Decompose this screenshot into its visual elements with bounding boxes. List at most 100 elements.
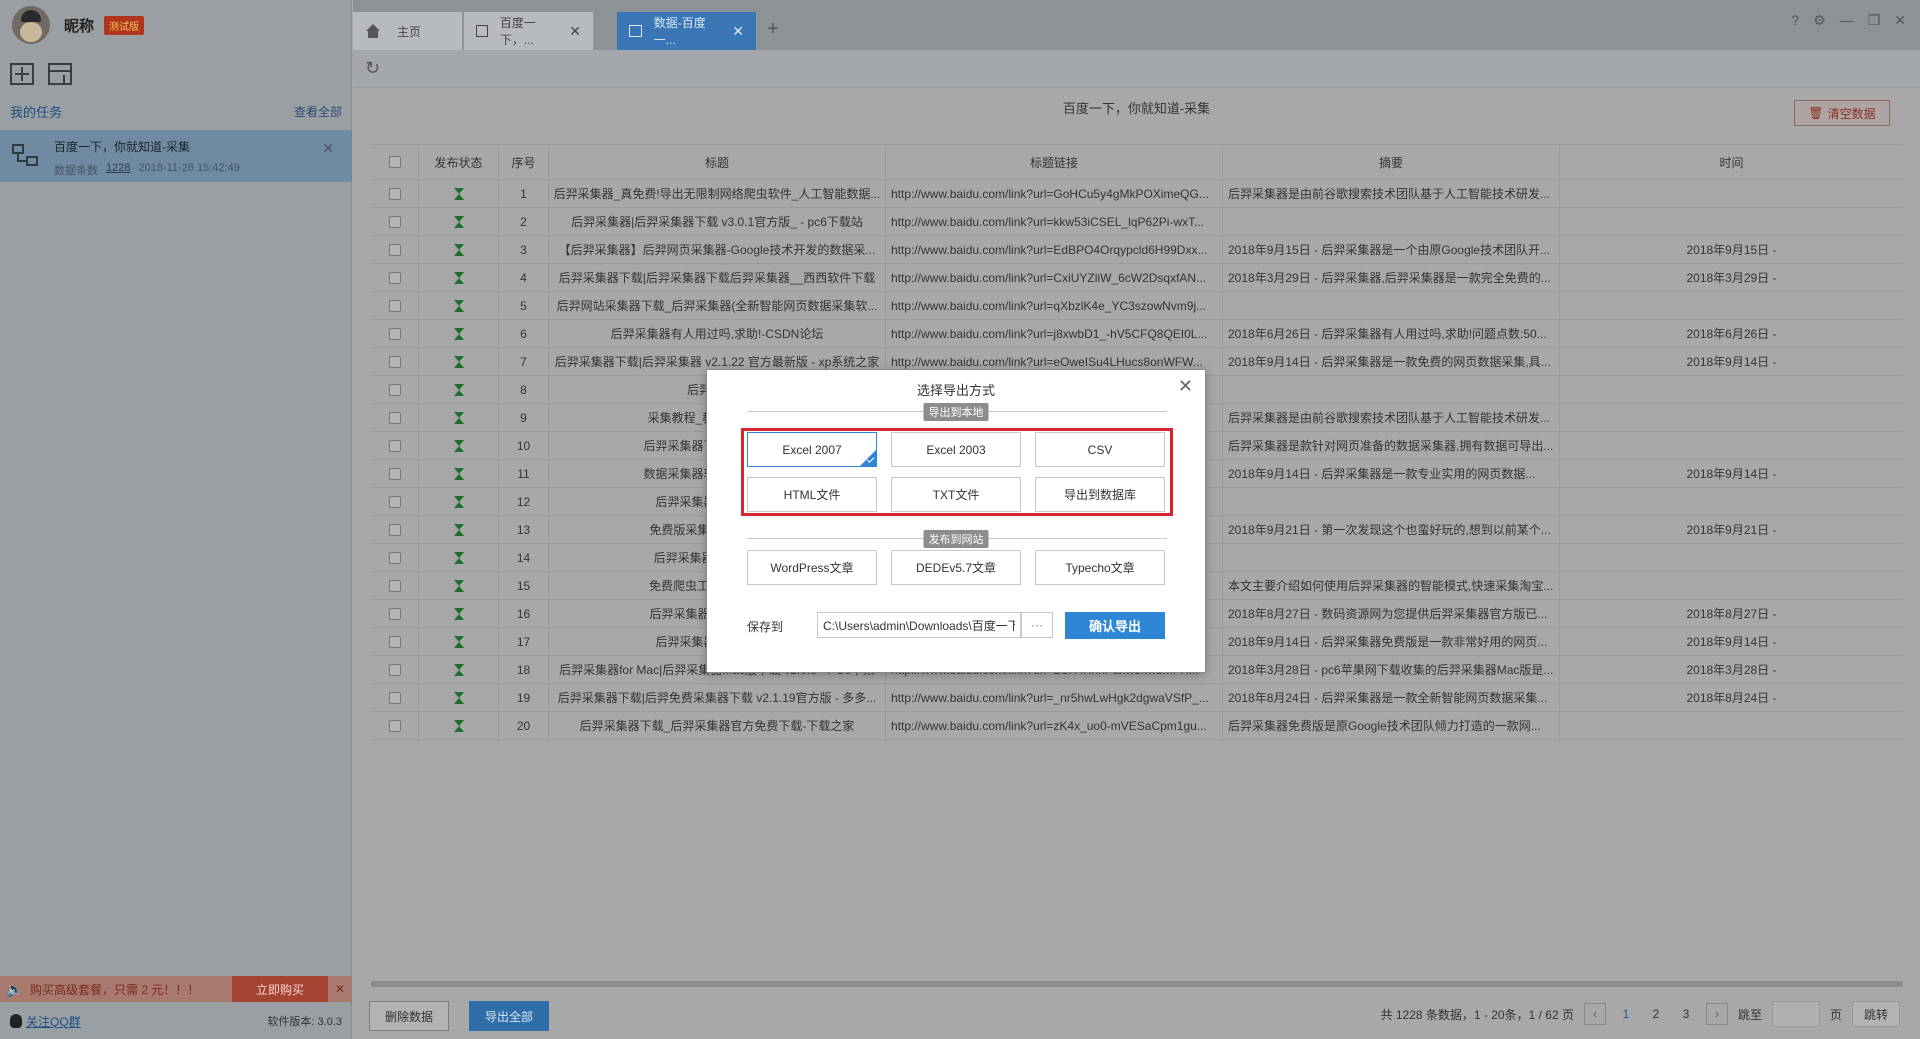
refresh-icon[interactable]: ↻ bbox=[365, 58, 380, 79]
sidebar: 昵称 测试版 我的任务 查看全部 百度一下，你就知道-采集 数据条数 1228 … bbox=[0, 0, 352, 1039]
page-number[interactable]: 1 bbox=[1616, 1007, 1636, 1021]
column-header[interactable]: 序号 bbox=[499, 145, 549, 179]
row-checkbox-cell bbox=[371, 432, 419, 459]
status-cell bbox=[419, 180, 499, 207]
horizontal-scrollbar[interactable] bbox=[371, 981, 1903, 987]
option-label: Excel 2003 bbox=[926, 442, 986, 457]
row-checkbox[interactable] bbox=[388, 467, 401, 480]
row-checkbox[interactable] bbox=[388, 551, 401, 564]
wordpress-option[interactable]: WordPress文章 bbox=[747, 550, 877, 585]
jump-page-input[interactable] bbox=[1771, 1001, 1820, 1027]
avatar[interactable] bbox=[12, 6, 50, 44]
column-header[interactable]: 摘要 bbox=[1223, 145, 1560, 179]
row-checkbox[interactable] bbox=[388, 495, 401, 508]
task-count-link[interactable]: 1228 bbox=[106, 162, 130, 178]
window-controls: ? ⚙ — ❐ ✕ bbox=[1791, 12, 1906, 29]
save-to-label: 保存到 bbox=[747, 620, 784, 634]
task-item[interactable]: 百度一下，你就知道-采集 数据条数 1228 2018-11-26 15:42:… bbox=[0, 130, 352, 182]
clear-data-button[interactable]: 🗑 清空数据 bbox=[1794, 100, 1890, 126]
row-checkbox[interactable] bbox=[388, 299, 401, 312]
close-icon[interactable]: ✕ bbox=[732, 23, 744, 40]
tab-task[interactable]: 百度一下，... ✕ bbox=[464, 12, 594, 50]
row-checkbox[interactable] bbox=[388, 243, 401, 256]
add-tab-icon[interactable]: + bbox=[767, 18, 779, 41]
export-all-button[interactable]: 导出全部 bbox=[469, 1001, 549, 1031]
row-checkbox[interactable] bbox=[388, 271, 401, 284]
export-to-database-option[interactable]: 导出到数据库 bbox=[1035, 477, 1165, 512]
row-checkbox[interactable] bbox=[388, 523, 401, 536]
row-checkbox-cell bbox=[371, 236, 419, 263]
close-icon[interactable]: ✕ bbox=[1894, 12, 1906, 29]
add-task-icon[interactable] bbox=[10, 63, 34, 85]
table-row[interactable]: 20 后羿采集器下载_后羿采集器官方免费下载-下载之家 http://www.bai… bbox=[371, 712, 1903, 740]
row-checkbox-cell bbox=[371, 292, 419, 319]
close-icon[interactable]: ✕ bbox=[328, 982, 352, 996]
close-icon[interactable]: ✕ bbox=[322, 140, 334, 157]
table-row[interactable]: 2 后羿采集器|后羿采集器下载 v3.0.1官方版_ - pc6下载站 http:/… bbox=[371, 208, 1903, 236]
prev-page-icon[interactable]: ‹ bbox=[1583, 1003, 1606, 1025]
excel-2007-option[interactable]: Excel 2007 bbox=[747, 432, 877, 467]
row-checkbox[interactable] bbox=[388, 607, 401, 620]
row-checkbox[interactable] bbox=[388, 187, 401, 200]
row-checkbox[interactable] bbox=[388, 719, 401, 732]
time-cell bbox=[1560, 432, 1903, 459]
table-row[interactable]: 4 后羿采集器下载|后羿采集器下载后羿采集器__西西软件下载 http://www.… bbox=[371, 264, 1903, 292]
index-cell: 12 bbox=[499, 488, 549, 515]
table-row[interactable]: 5 后羿网站采集器下载_后羿采集器(全新智能网页数据采集软... http://ww… bbox=[371, 292, 1903, 320]
row-checkbox[interactable] bbox=[388, 439, 401, 452]
new-task-icon[interactable] bbox=[48, 63, 72, 85]
buy-now-button[interactable]: 立即购买 bbox=[232, 976, 328, 1002]
row-checkbox[interactable] bbox=[388, 327, 401, 340]
qq-group-link[interactable]: 关注QQ群 bbox=[10, 1013, 81, 1030]
summary-cell: 本文主要介绍如何使用后羿采集器的智能模式,快速采集淘宝... bbox=[1223, 572, 1560, 599]
save-path-input[interactable] bbox=[817, 612, 1021, 638]
typecho-option[interactable]: Typecho文章 bbox=[1035, 550, 1165, 585]
row-checkbox[interactable] bbox=[388, 383, 401, 396]
status-cell bbox=[419, 516, 499, 543]
dede-option[interactable]: DEDEv5.7文章 bbox=[891, 550, 1021, 585]
nickname[interactable]: 昵称 bbox=[64, 15, 94, 36]
column-header[interactable]: 时间 bbox=[1560, 145, 1903, 179]
help-icon[interactable]: ? bbox=[1791, 12, 1799, 29]
row-checkbox[interactable] bbox=[388, 663, 401, 676]
table-row[interactable]: 6 后羿采集器有人用过吗,求助!-CSDN论坛 http://www.baidu.c… bbox=[371, 320, 1903, 348]
jump-button[interactable]: 跳转 bbox=[1852, 1001, 1900, 1027]
hourglass-icon bbox=[453, 467, 464, 480]
column-header[interactable]: 标题链接 bbox=[886, 145, 1223, 179]
next-page-icon[interactable]: › bbox=[1705, 1003, 1728, 1025]
select-all-checkbox[interactable] bbox=[388, 156, 401, 168]
browse-button[interactable]: ··· bbox=[1021, 612, 1053, 638]
option-label: CSV bbox=[1087, 442, 1113, 457]
row-checkbox[interactable] bbox=[388, 691, 401, 704]
page-number[interactable]: 2 bbox=[1646, 1007, 1666, 1021]
column-header[interactable]: 标题 bbox=[549, 145, 886, 179]
view-all-link[interactable]: 查看全部 bbox=[294, 103, 342, 120]
tab-data[interactable]: 数据-百度一... ✕ bbox=[617, 12, 757, 50]
hourglass-icon bbox=[453, 551, 464, 564]
excel-2003-option[interactable]: Excel 2003 bbox=[891, 432, 1021, 467]
close-icon[interactable]: ✕ bbox=[1178, 376, 1193, 397]
summary-cell: 后羿采集器是由前谷歌搜索技术团队基于人工智能技术研发... bbox=[1223, 180, 1560, 207]
row-checkbox[interactable] bbox=[388, 635, 401, 648]
tab-home[interactable]: 主页 bbox=[353, 12, 463, 50]
table-row[interactable]: 3 【后羿采集器】后羿网页采集器-Google技术开发的数据采... http://… bbox=[371, 236, 1903, 264]
row-checkbox[interactable] bbox=[388, 355, 401, 368]
row-checkbox-cell bbox=[371, 544, 419, 571]
txt-file-option[interactable]: TXT文件 bbox=[891, 477, 1021, 512]
row-checkbox[interactable] bbox=[388, 215, 401, 228]
row-checkbox[interactable] bbox=[388, 411, 401, 424]
page-number[interactable]: 3 bbox=[1676, 1007, 1696, 1021]
restore-icon[interactable]: ❐ bbox=[1868, 12, 1881, 29]
table-row[interactable]: 1 后羿采集器_真免费!导出无限制网络爬虫软件_人工智能数据... http://w… bbox=[371, 180, 1903, 208]
row-checkbox[interactable] bbox=[388, 579, 401, 592]
row-checkbox-cell bbox=[371, 264, 419, 291]
close-icon[interactable]: ✕ bbox=[569, 23, 581, 40]
html-file-option[interactable]: HTML文件 bbox=[747, 477, 877, 512]
gear-icon[interactable]: ⚙ bbox=[1813, 12, 1826, 29]
csv-option[interactable]: CSV bbox=[1035, 432, 1165, 467]
delete-data-button[interactable]: 删除数据 bbox=[369, 1001, 449, 1031]
confirm-export-button[interactable]: 确认导出 bbox=[1065, 612, 1165, 639]
minimize-icon[interactable]: — bbox=[1840, 12, 1854, 29]
column-header[interactable]: 发布状态 bbox=[419, 145, 499, 179]
table-row[interactable]: 19 后羿采集器下载|后羿免费采集器下载 v2.1.19官方版 - 多多... ht… bbox=[371, 684, 1903, 712]
